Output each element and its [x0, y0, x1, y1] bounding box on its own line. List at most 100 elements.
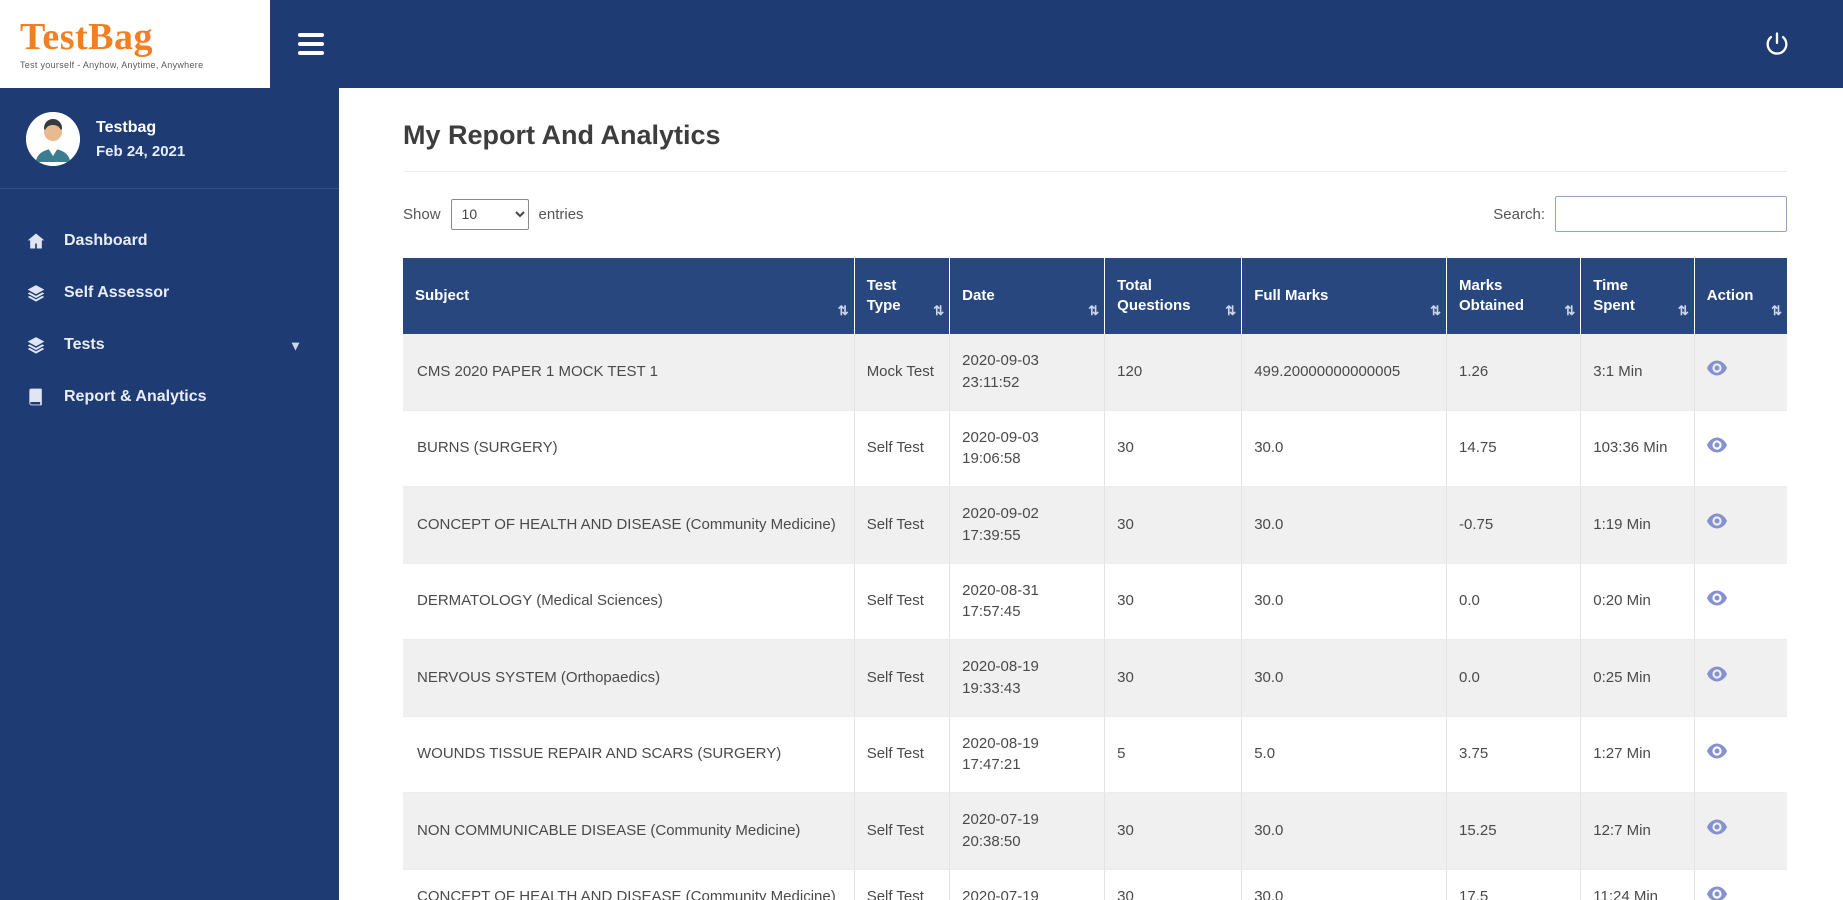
search-input[interactable]	[1555, 196, 1787, 232]
logo-tagline: Test yourself - Anyhow, Anytime, Anywher…	[20, 59, 204, 70]
cell-marks-obtained: -0.75	[1446, 486, 1582, 564]
cell-action	[1694, 486, 1787, 564]
cell-subject: WOUNDS TISSUE REPAIR AND SCARS (SURGERY)	[403, 716, 855, 793]
logout-power-button[interactable]	[1763, 30, 1791, 58]
sidebar: Testbag Feb 24, 2021 Dashboard Self Asses…	[0, 88, 339, 900]
cell-test-type: Self Test	[854, 410, 951, 487]
avatar	[26, 112, 80, 166]
user-avatar-icon	[26, 112, 80, 166]
cell-time-spent: 12:7 Min	[1580, 792, 1695, 870]
cell-test-type: Self Test	[854, 792, 951, 870]
cell-marks-obtained: 3.75	[1446, 716, 1582, 793]
column-header-time-spent[interactable]: Time Spent ⇅	[1580, 258, 1695, 334]
cell-test-type: Self Test	[854, 716, 951, 793]
cell-marks-obtained: 0.0	[1446, 563, 1582, 640]
view-report-eye-icon[interactable]	[1706, 360, 1727, 376]
layers-icon	[26, 335, 46, 355]
page-size-select[interactable]: 10	[450, 198, 529, 230]
cell-subject: BURNS (SURGERY)	[403, 410, 855, 487]
column-header-full-marks[interactable]: Full Marks ⇅	[1241, 258, 1448, 334]
column-header-label: Time Spent	[1593, 276, 1635, 314]
column-header-action[interactable]: Action ⇅	[1694, 258, 1787, 334]
logo-title: TestBag	[20, 16, 154, 59]
view-report-eye-icon[interactable]	[1706, 590, 1727, 606]
cell-full-marks: 499.20000000000005	[1241, 334, 1448, 411]
cell-full-marks: 30.0	[1241, 639, 1448, 717]
column-header-label: Test Type	[866, 276, 901, 314]
cell-full-marks: 5.0	[1241, 716, 1448, 793]
user-meta: Testbag Feb 24, 2021	[96, 119, 185, 160]
view-report-eye-icon[interactable]	[1706, 819, 1727, 835]
entries-label: entries	[538, 205, 584, 223]
column-header-test-type[interactable]: Test Type ⇅	[854, 258, 951, 334]
view-report-eye-icon[interactable]	[1706, 666, 1727, 682]
sidebar-item-dashboard[interactable]: Dashboard	[0, 215, 339, 267]
cell-full-marks: 30.0	[1241, 792, 1448, 870]
user-date: Feb 24, 2021	[96, 142, 186, 160]
cell-subject: NERVOUS SYSTEM (Orthopaedics)	[403, 639, 855, 717]
column-header-subject[interactable]: Subject ⇅	[403, 258, 855, 334]
sidebar-item-label: Self Assessor	[64, 284, 170, 301]
sort-icon: ⇅	[837, 303, 849, 319]
top-header: TestBag Test yourself - Anyhow, Anytime,…	[0, 0, 1843, 88]
cell-time-spent: 1:27 Min	[1580, 716, 1695, 793]
cell-time-spent: 11:24 Min	[1580, 869, 1695, 900]
view-report-eye-icon[interactable]	[1706, 743, 1727, 759]
layers-icon	[26, 283, 46, 303]
column-header-label: Action	[1706, 286, 1754, 304]
column-header-total-questions[interactable]: Total Questions ⇅	[1104, 258, 1243, 334]
table-row: CONCEPT OF HEALTH AND DISEASE (Community…	[403, 869, 1787, 900]
cell-date: 2020-08-19 17:47:21	[949, 716, 1106, 793]
cell-test-type: Self Test	[854, 486, 951, 564]
sort-icon: ⇅	[1430, 303, 1442, 319]
table-controls: Show 10 entries Search:	[403, 196, 1787, 232]
column-header-marks-obtained[interactable]: Marks Obtained ⇅	[1446, 258, 1582, 334]
sidebar-item-self-assessor[interactable]: Self Assessor	[0, 267, 339, 319]
cell-marks-obtained: 14.75	[1446, 410, 1582, 487]
sidebar-item-label: Dashboard	[64, 232, 148, 249]
cell-time-spent: 0:25 Min	[1580, 639, 1695, 717]
cell-time-spent: 1:19 Min	[1580, 486, 1695, 564]
view-report-eye-icon[interactable]	[1706, 886, 1727, 900]
view-report-eye-icon[interactable]	[1706, 437, 1727, 453]
cell-date: 2020-09-02 17:39:55	[949, 486, 1106, 564]
sort-icon: ⇅	[1677, 303, 1689, 319]
cell-action	[1694, 563, 1787, 640]
sidebar-item-tests[interactable]: Tests ▾	[0, 319, 339, 371]
column-header-label: Date	[962, 286, 995, 304]
sort-icon: ⇅	[1225, 303, 1237, 319]
cell-test-type: Mock Test	[854, 334, 951, 411]
table-header: Subject ⇅ Test Type ⇅ Date ⇅ Total Questions ⇅ F…	[403, 258, 1787, 334]
cell-subject: DERMATOLOGY (Medical Sciences)	[403, 563, 855, 640]
logo: TestBag Test yourself - Anyhow, Anytime,…	[0, 0, 270, 88]
cell-date: 2020-08-31 17:57:45	[949, 563, 1106, 640]
table-row: NERVOUS SYSTEM (Orthopaedics) Self Test 20…	[403, 639, 1787, 717]
column-header-label: Subject	[415, 286, 470, 304]
table-row: DERMATOLOGY (Medical Sciences) Self Test 2…	[403, 563, 1787, 640]
cell-date: 2020-07-19 20:38:50	[949, 792, 1106, 870]
column-header-label: Marks Obtained	[1459, 276, 1525, 314]
cell-total-questions: 30	[1104, 639, 1243, 717]
report-table: Subject ⇅ Test Type ⇅ Date ⇅ Total Questions ⇅ F…	[403, 258, 1787, 900]
topbar-actions	[1763, 30, 1843, 58]
table-row: WOUNDS TISSUE REPAIR AND SCARS (SURGERY)…	[403, 716, 1787, 793]
user-block: Testbag Feb 24, 2021	[0, 88, 339, 189]
sidebar-item-report-analytics[interactable]: Report & Analytics	[0, 371, 339, 423]
sidebar-nav: Dashboard Self Assessor Tests ▾ Report & Ana…	[0, 215, 339, 423]
cell-action	[1694, 334, 1787, 411]
cell-marks-obtained: 15.25	[1446, 792, 1582, 870]
cell-marks-obtained: 1.26	[1446, 334, 1582, 411]
column-header-date[interactable]: Date ⇅	[949, 258, 1106, 334]
menu-toggle-icon[interactable]	[298, 29, 332, 59]
table-row: BURNS (SURGERY) Self Test 2020-09-03 19:06…	[403, 410, 1787, 487]
page-title: My Report And Analytics	[403, 120, 1787, 172]
cell-total-questions: 30	[1104, 563, 1243, 640]
cell-action	[1694, 869, 1787, 900]
cell-total-questions: 5	[1104, 716, 1243, 793]
cell-total-questions: 30	[1104, 410, 1243, 487]
cell-time-spent: 0:20 Min	[1580, 563, 1695, 640]
view-report-eye-icon[interactable]	[1706, 513, 1727, 529]
sort-icon: ⇅	[1088, 303, 1100, 319]
cell-total-questions: 120	[1104, 334, 1243, 411]
cell-marks-obtained: 0.0	[1446, 639, 1582, 717]
